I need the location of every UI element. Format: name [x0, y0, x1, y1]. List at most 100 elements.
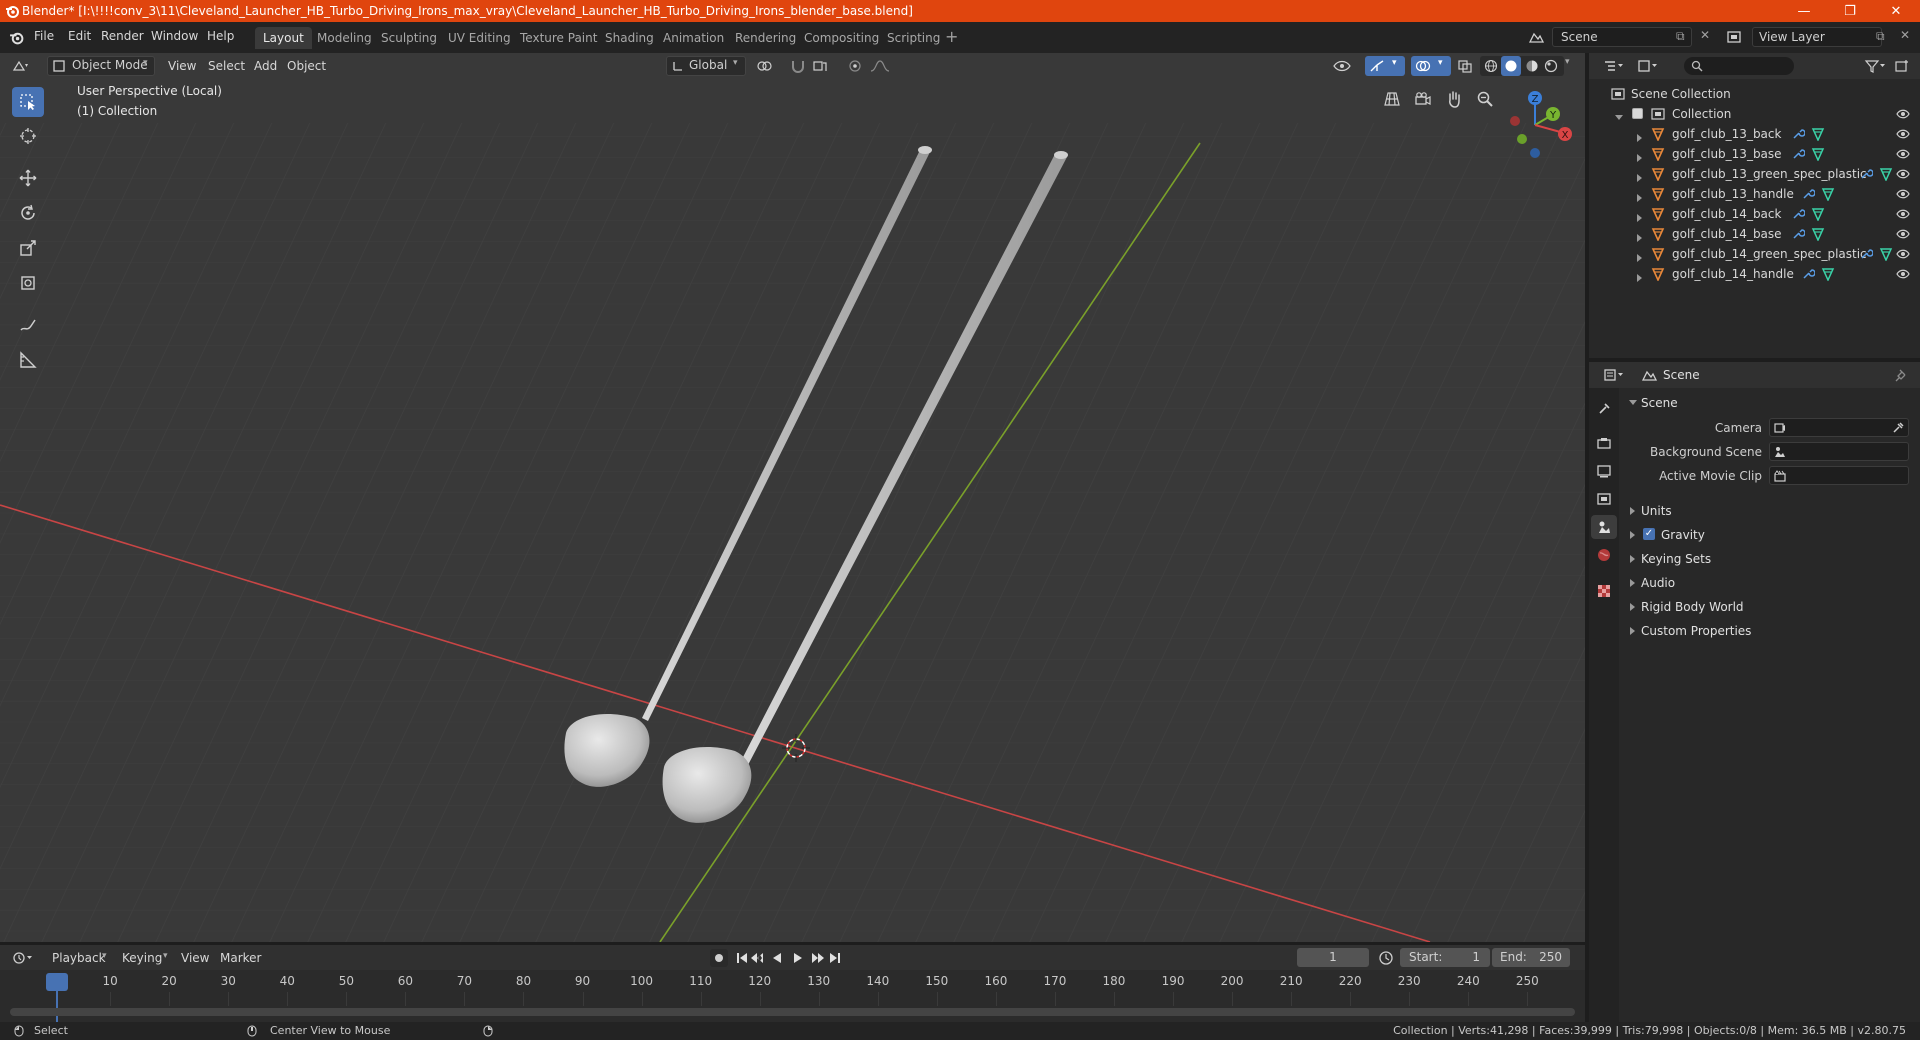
mesh-data-icon[interactable] — [1811, 227, 1825, 241]
gravity-panel-header[interactable]: ✓ Gravity — [1624, 524, 1914, 546]
eye-icon[interactable] — [1896, 208, 1910, 220]
select-box-tool[interactable] — [12, 87, 44, 117]
collection-checkbox[interactable] — [1632, 108, 1643, 119]
overlays-toggle[interactable]: ▾ — [1411, 56, 1451, 76]
modifier-wrench-icon[interactable] — [1791, 127, 1805, 141]
eye-icon[interactable] — [1896, 148, 1910, 160]
selectability-visibility-icon[interactable] — [1333, 59, 1351, 73]
rigid-body-world-panel-header[interactable]: Rigid Body World — [1624, 596, 1914, 618]
view-layer-selector[interactable]: View Layer — [1752, 27, 1882, 47]
eye-icon[interactable] — [1896, 248, 1910, 260]
mode-selector[interactable]: Object Mode ▾ — [47, 56, 155, 76]
menu-edit[interactable]: Edit — [68, 29, 91, 43]
playhead[interactable] — [46, 973, 68, 991]
eye-icon[interactable] — [1896, 188, 1910, 200]
view-layer-tab-icon[interactable] — [1597, 492, 1611, 506]
timeline-menu-playback[interactable]: Playback — [52, 949, 106, 967]
zoom-view-button[interactable] — [1472, 86, 1498, 112]
falloff-icon[interactable] — [870, 59, 892, 73]
gizmo-neg-z-axis[interactable] — [1530, 148, 1540, 158]
eye-icon[interactable] — [1896, 228, 1910, 240]
add-workspace-icon[interactable]: + — [945, 27, 958, 46]
play-icon[interactable] — [794, 953, 802, 963]
start-frame-field[interactable]: Start: 1 — [1400, 948, 1490, 967]
texture-tab-icon[interactable] — [1597, 584, 1611, 598]
viewport-menu-select[interactable]: Select — [208, 57, 245, 75]
outliner-item[interactable]: golf_club_13_handle — [1589, 184, 1920, 204]
modifier-wrench-icon[interactable] — [1859, 167, 1873, 181]
eye-icon[interactable] — [1896, 128, 1910, 140]
shading-options-chevron-icon[interactable]: ▾ — [1565, 57, 1570, 67]
mesh-data-icon[interactable] — [1811, 147, 1825, 161]
active-movie-clip-field[interactable] — [1769, 466, 1909, 485]
timeline-scrollbar[interactable] — [10, 1008, 1575, 1016]
modifier-wrench-icon[interactable] — [1801, 267, 1815, 281]
custom-properties-panel-header[interactable]: Custom Properties — [1624, 620, 1914, 642]
expand-chevron-icon[interactable] — [1637, 250, 1650, 264]
snap-icon[interactable] — [790, 59, 806, 73]
prev-keyframe-icon[interactable] — [751, 953, 763, 963]
gizmo-neg-x-axis[interactable] — [1510, 116, 1520, 126]
viewport-scene[interactable] — [0, 53, 1585, 942]
mesh-data-icon[interactable] — [1879, 247, 1893, 261]
eye-icon[interactable] — [1896, 268, 1910, 280]
timeline-menu-marker[interactable]: Marker — [220, 949, 261, 967]
output-tab-icon[interactable] — [1597, 464, 1611, 478]
tab-uv-editing[interactable]: UV Editing — [440, 27, 519, 49]
view-layer-icon[interactable] — [1726, 30, 1742, 44]
tab-layout[interactable]: Layout — [255, 27, 312, 49]
viewport-menu-object[interactable]: Object — [287, 57, 326, 75]
next-keyframe-icon[interactable] — [812, 953, 824, 963]
camera-view-button[interactable] — [1410, 86, 1436, 112]
new-collection-icon[interactable] — [1894, 59, 1910, 73]
tab-texture-paint[interactable]: Texture Paint — [512, 27, 605, 49]
proportional-editing-icon[interactable] — [848, 59, 862, 73]
tool-settings-tab-icon[interactable] — [1597, 402, 1611, 416]
rotate-tool[interactable] — [12, 198, 44, 228]
outliner-item[interactable]: golf_club_14_base — [1589, 224, 1920, 244]
eye-icon[interactable] — [1896, 108, 1910, 120]
tab-scripting[interactable]: Scripting — [879, 27, 948, 49]
camera-field[interactable] — [1769, 418, 1909, 437]
expand-chevron-icon[interactable] — [1637, 270, 1650, 284]
scene-panel-header[interactable]: Scene — [1624, 392, 1914, 414]
delete-view-layer-icon[interactable]: ✕ — [1900, 28, 1910, 42]
mesh-data-icon[interactable] — [1811, 207, 1825, 221]
filter-icon[interactable] — [1864, 59, 1886, 73]
annotate-tool[interactable] — [12, 310, 44, 340]
mesh-data-icon[interactable] — [1879, 167, 1893, 181]
timeline-menu-keying[interactable]: Keying — [122, 949, 162, 967]
tab-modeling[interactable]: Modeling — [309, 27, 380, 49]
outliner-item[interactable]: golf_club_14_back — [1589, 204, 1920, 224]
scene-selector[interactable]: Scene — [1552, 27, 1692, 47]
menu-file[interactable]: File — [34, 29, 54, 43]
tab-sculpting[interactable]: Sculpting — [373, 27, 445, 49]
menu-help[interactable]: Help — [207, 29, 234, 43]
keying-sets-panel-header[interactable]: Keying Sets — [1624, 548, 1914, 570]
expand-chevron-icon[interactable] — [1637, 210, 1650, 224]
tab-animation[interactable]: Animation — [655, 27, 732, 49]
measure-tool[interactable] — [12, 345, 44, 375]
outliner-scene-collection[interactable]: Scene Collection — [1589, 84, 1920, 104]
outliner-item[interactable]: golf_club_13_green_spec_plastic — [1589, 164, 1920, 184]
snap-target-icon[interactable] — [812, 59, 828, 73]
menu-render[interactable]: Render — [101, 29, 144, 43]
outliner-search-input[interactable] — [1684, 57, 1794, 75]
scene-tab[interactable] — [1591, 515, 1617, 539]
cursor-tool[interactable] — [12, 121, 44, 151]
outliner-item[interactable]: golf_club_14_handle — [1589, 264, 1920, 284]
outliner-editor-type-icon[interactable] — [1603, 59, 1625, 73]
tab-compositing[interactable]: Compositing — [796, 27, 887, 49]
properties-editor-type-icon[interactable] — [1603, 368, 1625, 382]
mesh-data-icon[interactable] — [1821, 187, 1835, 201]
end-frame-field[interactable]: End: 250 — [1492, 948, 1570, 967]
jump-end-icon[interactable] — [830, 953, 840, 963]
record-button[interactable] — [710, 949, 728, 967]
expand-chevron-icon[interactable] — [1637, 170, 1650, 184]
mesh-data-icon[interactable] — [1811, 127, 1825, 141]
modifier-wrench-icon[interactable] — [1791, 147, 1805, 161]
wireframe-shading-icon[interactable] — [1484, 59, 1498, 73]
gizmo-neg-y-axis[interactable] — [1517, 134, 1527, 144]
outliner-item[interactable]: golf_club_14_green_spec_plastic — [1589, 244, 1920, 264]
navigation-gizmo[interactable]: Z Y X — [1498, 83, 1578, 163]
